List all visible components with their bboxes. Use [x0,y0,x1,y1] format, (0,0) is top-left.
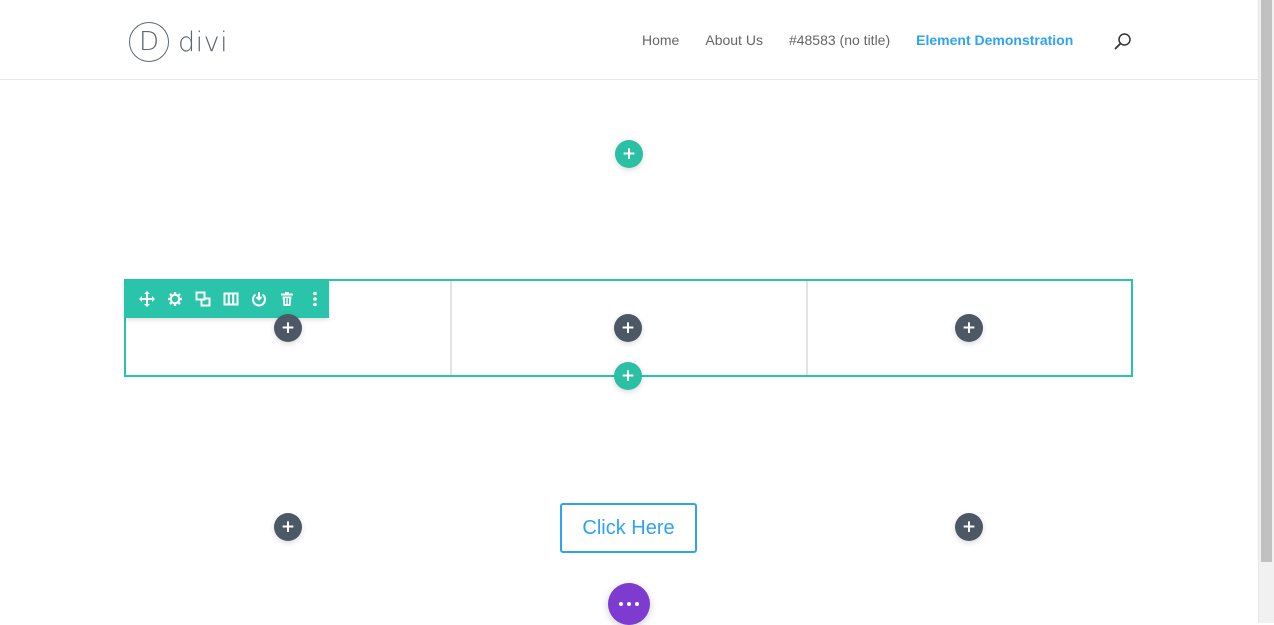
scrollbar-thumb[interactable] [1261,0,1272,562]
add-module-button[interactable]: + [955,513,983,541]
column-divider [806,281,808,375]
main-nav: Home About Us #48583 (no title) Element … [642,32,1073,48]
row-toolbar [124,280,329,318]
power-icon[interactable] [248,288,270,310]
add-module-button[interactable]: + [274,513,302,541]
page: D divi Home About Us #48583 (no title) E… [0,0,1258,625]
dot [635,602,639,606]
nav-about-us[interactable]: About Us [705,32,763,48]
dot [627,602,631,606]
logo-text: divi [178,26,229,58]
nav-home[interactable]: Home [642,32,679,48]
add-section-button[interactable]: + [615,140,643,168]
add-module-button[interactable]: + [274,314,302,342]
add-row-button[interactable]: + [614,362,642,390]
dot [619,602,623,606]
column-divider [450,281,452,375]
nav-element-demonstration[interactable]: Element Demonstration [916,32,1073,48]
site-logo[interactable]: D divi [129,21,228,63]
duplicate-icon[interactable] [192,288,214,310]
add-module-button[interactable]: + [955,314,983,342]
columns-icon[interactable] [220,288,242,310]
ellipsis-icon[interactable] [608,583,650,625]
logo-mark: D [129,22,169,62]
move-icon[interactable] [136,288,158,310]
site-header: D divi Home About Us #48583 (no title) E… [0,0,1258,80]
gear-icon[interactable] [164,288,186,310]
more-vertical-icon[interactable] [304,288,326,310]
trash-icon[interactable] [276,288,298,310]
click-here-button[interactable]: Click Here [560,503,697,553]
search-icon[interactable] [1114,32,1132,50]
add-module-button[interactable]: + [614,314,642,342]
nav-page-48583[interactable]: #48583 (no title) [789,32,890,48]
